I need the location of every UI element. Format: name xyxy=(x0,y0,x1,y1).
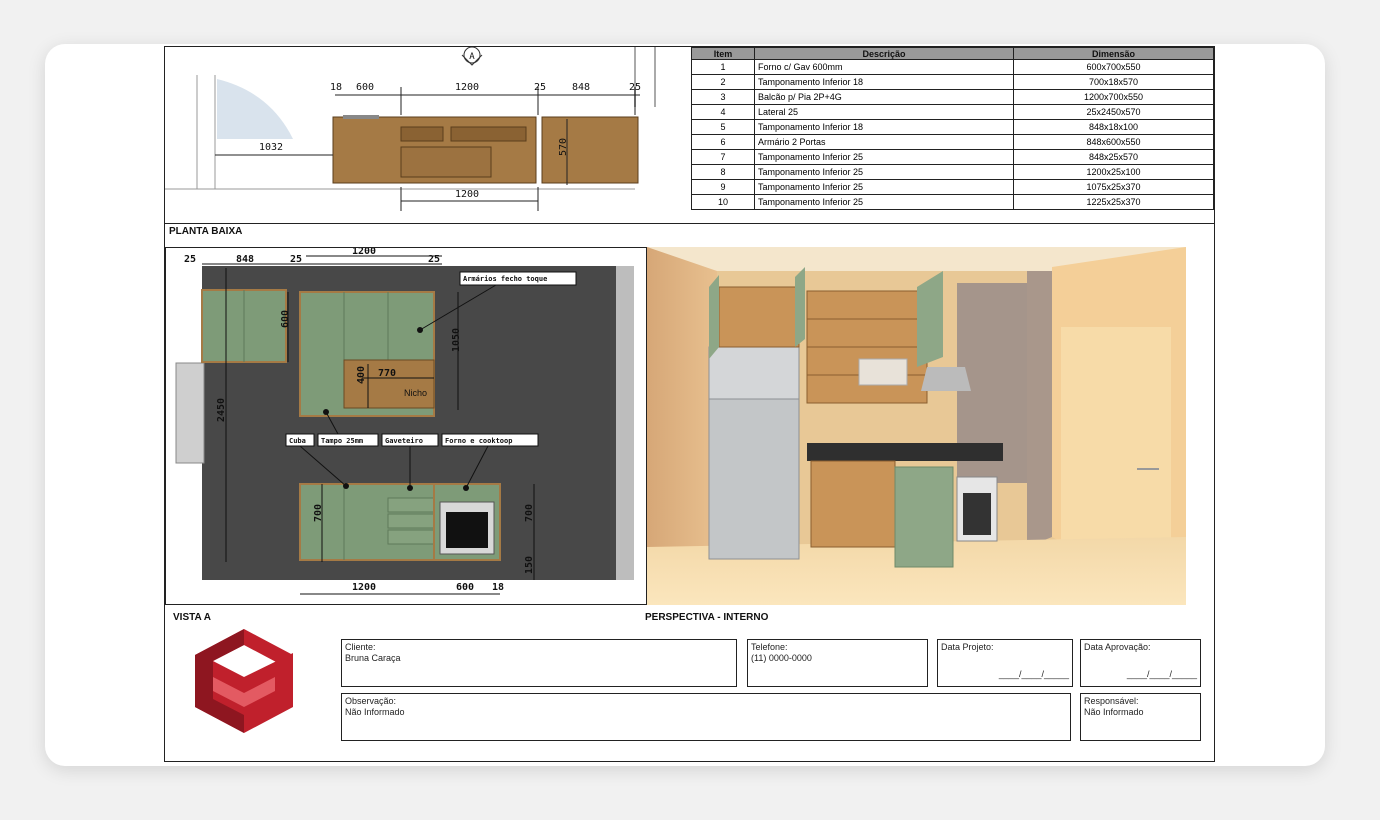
dim-700a: 700 xyxy=(313,504,324,522)
svg-text:Armários fecho toque: Armários fecho toque xyxy=(463,275,547,283)
plan-dim-570: 570 xyxy=(558,138,569,156)
planta-baixa-title: PLANTA BAIXA xyxy=(169,226,243,237)
plan-dim-1032: 1032 xyxy=(259,142,283,153)
countertop xyxy=(807,443,1003,461)
plan-view: A 18 600 1200 25 848 25 1032 570 1200 xyxy=(165,47,656,211)
dim-770: 770 xyxy=(378,368,396,379)
svg-text:Cuba: Cuba xyxy=(289,437,306,445)
col-descricao: Descrição xyxy=(754,47,1014,60)
perspective-render xyxy=(647,247,1186,605)
top-dim-25b: 25 xyxy=(290,254,302,265)
dim-150: 150 xyxy=(524,556,535,574)
perspectiva-title: PERSPECTIVA - INTERNO xyxy=(645,612,769,623)
open-drawer xyxy=(894,466,954,568)
plan-dim-18: 18 xyxy=(330,82,342,93)
table-row: 5 Tamponamento Inferior 18 848x18x100 xyxy=(691,119,1214,135)
bottom-dim-600: 600 xyxy=(456,582,474,593)
nicho-label: Nicho xyxy=(404,388,427,398)
telefone-field: Telefone: (11) 0000-0000 xyxy=(747,639,928,687)
table-row: 10 Tamponamento Inferior 25 1225x25x370 xyxy=(691,194,1214,210)
dim-2450: 2450 xyxy=(216,398,227,422)
top-dim-25a: 25 xyxy=(184,254,196,265)
vista-a-title: VISTA A xyxy=(173,612,211,623)
parts-table: Item Descrição Dimensão 1 Forno c/ Gav 60… xyxy=(691,47,1214,210)
plan-dim-1200b: 1200 xyxy=(455,189,479,200)
plan-dim-600: 600 xyxy=(356,82,374,93)
drawing-sheet: A 18 600 1200 25 848 25 1032 570 1200 It… xyxy=(164,46,1215,762)
cliente-field: Cliente: Bruna Caraça xyxy=(341,639,737,687)
divider xyxy=(165,223,1214,224)
table-row: 3 Balcão p/ Pia 2P+4G 1200x700x550 xyxy=(691,89,1214,105)
col-dimensao: Dimensão xyxy=(1013,47,1214,60)
data-aprovacao-field: Data Aprovação: ____/____/_____ xyxy=(1080,639,1201,687)
table-row: 9 Tamponamento Inferior 25 1075x25x370 xyxy=(691,179,1214,195)
door-swing xyxy=(217,79,293,139)
table-row: 2 Tamponamento Inferior 18 700x18x570 xyxy=(691,74,1214,90)
svg-text:Forno e cooktoop: Forno e cooktoop xyxy=(445,437,512,445)
bottom-dim-18: 18 xyxy=(492,582,504,593)
top-dim-848: 848 xyxy=(236,254,254,265)
elevation-view: Nicho 2450 600 1050 400 770 700 700 150 … xyxy=(165,247,647,605)
table-row: 4 Lateral 25 25x2450x570 xyxy=(691,104,1214,120)
svg-text:Tampo 25mm: Tampo 25mm xyxy=(321,437,363,445)
svg-text:Gaveteiro: Gaveteiro xyxy=(385,437,423,445)
dim-700b: 700 xyxy=(524,504,535,522)
company-logo xyxy=(195,629,293,733)
responsavel-field: Responsável: Não Informado xyxy=(1080,693,1201,741)
table-row: 6 Armário 2 Portas 848x600x550 xyxy=(691,134,1214,150)
dim-1050: 1050 xyxy=(451,328,462,352)
table-row: 1 Forno c/ Gav 600mm 600x700x550 xyxy=(691,59,1214,75)
plan-dim-848: 848 xyxy=(572,82,590,93)
bottom-dim-1200: 1200 xyxy=(352,582,376,593)
data-projeto-field: Data Projeto: ____/____/_____ xyxy=(937,639,1073,687)
table-row: 8 Tamponamento Inferior 25 1200x25x100 xyxy=(691,164,1214,180)
dim-400: 400 xyxy=(356,366,367,384)
table-row: 7 Tamponamento Inferior 25 848x25x570 xyxy=(691,149,1214,165)
plan-cabinet xyxy=(541,116,639,184)
plan-dim-25b: 25 xyxy=(629,82,641,93)
top-dim-25c: 25 xyxy=(428,254,440,265)
plan-dim-25a: 25 xyxy=(534,82,546,93)
top-dim-1200: 1200 xyxy=(352,247,376,257)
dim-600: 600 xyxy=(280,310,291,328)
marker-label: A xyxy=(469,52,475,62)
observacao-field: Observação: Não Informado xyxy=(341,693,1071,741)
col-item: Item xyxy=(691,47,755,60)
plan-dim-1200: 1200 xyxy=(455,82,479,93)
